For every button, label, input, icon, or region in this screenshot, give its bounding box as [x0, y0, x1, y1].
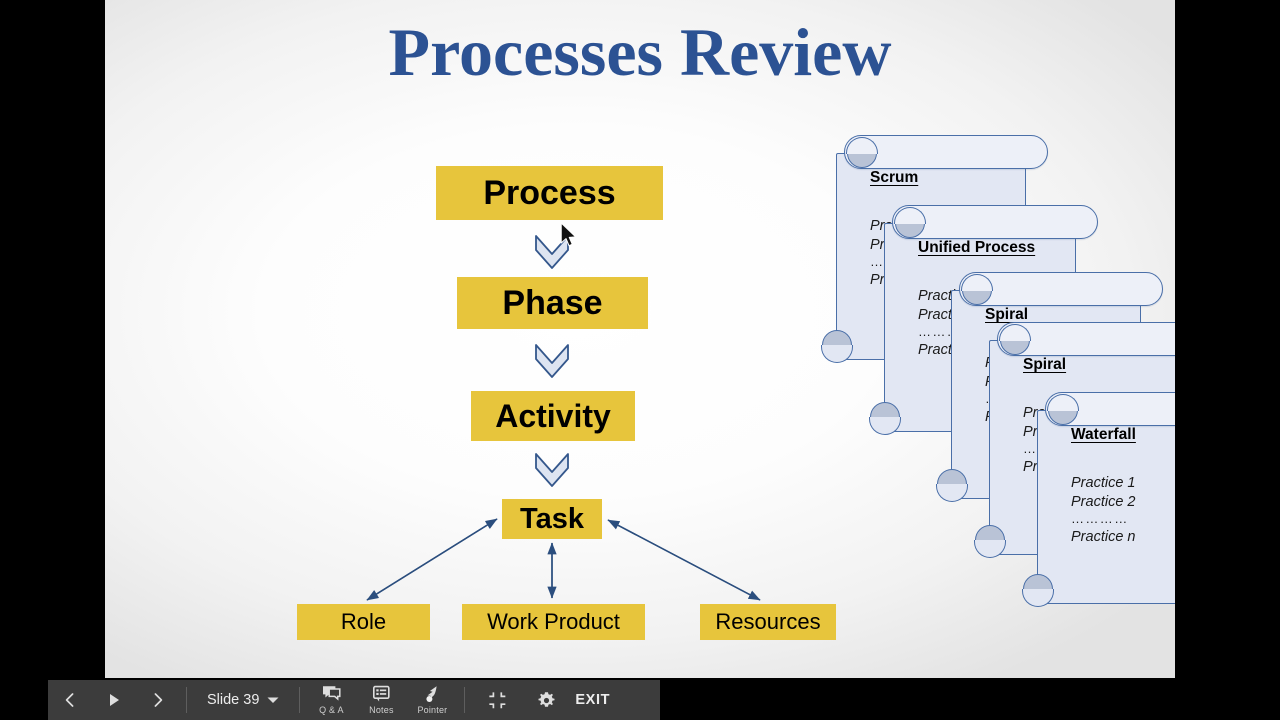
chevron-right-icon — [154, 693, 163, 707]
hierarchy-box-phase: Phase — [457, 277, 648, 329]
previous-slide-button[interactable] — [48, 680, 92, 720]
scroll-top-spiral — [894, 207, 927, 238]
toolbar-divider-2 — [299, 687, 301, 713]
scroll-top-spiral — [961, 274, 994, 305]
hierarchy-box-label: Activity — [495, 398, 611, 434]
scroll-bottom-spiral — [869, 402, 902, 435]
toolbar-divider-3 — [464, 687, 466, 713]
exit-fullscreen-icon — [489, 691, 506, 708]
chevron-down-icon — [267, 697, 279, 703]
play-icon — [110, 694, 119, 706]
scroll-bottom-spiral — [974, 525, 1007, 558]
notes-button[interactable]: Notes — [356, 680, 406, 720]
connector-task-to-resources-up — [607, 519, 761, 601]
scroll-title: Scrum — [870, 169, 919, 186]
scroll-practice-item: ………… — [1071, 511, 1129, 527]
scroll-bottom-spiral — [936, 469, 969, 502]
slide-number-label: Slide 39 — [207, 692, 260, 708]
hierarchy-box-activity: Activity — [471, 391, 635, 441]
page-title: Processes Review — [388, 14, 892, 90]
attribute-box-label: Role — [340, 609, 387, 634]
qa-button[interactable]: Q & A — [306, 680, 356, 720]
hierarchy-box-task: Task — [502, 499, 602, 539]
attribute-box-label: Work Product — [487, 609, 620, 634]
hierarchy-box-process: Process — [436, 166, 663, 220]
presentation-viewer: Processes Review Process Phase Activity Tas… — [0, 0, 1280, 720]
chevron-activity-to-task — [534, 452, 570, 492]
notes-list-icon — [372, 685, 390, 702]
toolbar-divider-1 — [186, 687, 187, 713]
gear-icon — [538, 691, 555, 707]
scroll-practice-list: Practice 1 Practice 2…………Practice n — [1071, 474, 1175, 546]
notes-label: Notes — [369, 705, 394, 715]
connector-task-to-role-down — [366, 518, 498, 601]
attribute-box-label: Resources — [715, 609, 821, 634]
chevron-process-to-phase — [534, 234, 570, 274]
connector-task-to-role-up — [366, 518, 498, 601]
scroll-practice-item: Practice 1 — [1071, 475, 1136, 491]
exit-fullscreen-button[interactable] — [471, 680, 523, 720]
scroll-bottom-spiral — [1022, 574, 1055, 607]
scroll-title: Spiral — [1023, 356, 1067, 373]
slide-selector[interactable]: Slide 39 — [193, 680, 293, 720]
next-slide-button[interactable] — [136, 680, 180, 720]
scroll-top-spiral — [846, 137, 879, 168]
scroll-bottom-spiral — [821, 330, 854, 363]
hierarchy-box-label: Phase — [502, 284, 603, 322]
attribute-box-resources: Resources — [700, 604, 836, 640]
chevron-phase-to-activity — [534, 343, 570, 383]
presentation-toolbar[interactable]: Slide 39 Q & A Notes Pointer EXIT — [48, 680, 660, 720]
play-button[interactable] — [92, 680, 136, 720]
attribute-box-role: Role — [297, 604, 430, 640]
exit-button[interactable]: EXIT — [569, 680, 616, 720]
laser-pointer-icon — [426, 686, 437, 702]
settings-button[interactable] — [523, 680, 569, 720]
scroll-practice-item: Practice 2 — [1071, 493, 1136, 510]
attribute-box-work-product: Work Product — [462, 604, 645, 640]
speech-bubble-icon — [322, 686, 341, 701]
scroll-top-spiral — [1047, 394, 1080, 425]
slide-canvas: Processes Review Process Phase Activity Tas… — [105, 0, 1175, 678]
scroll-content: Waterfall Practice 1 Practice 2………… Practic… — [1037, 410, 1175, 604]
qa-label: Q & A — [319, 705, 344, 715]
scroll-title: Waterfall — [1071, 426, 1136, 443]
pointer-label: Pointer — [417, 705, 448, 715]
exit-label: EXIT — [575, 692, 611, 708]
scroll-title: Unified Process — [918, 239, 1036, 256]
hierarchy-box-label: Task — [520, 502, 584, 535]
scroll-practice-item: Practice n — [1071, 528, 1136, 545]
scroll-top-spiral — [999, 324, 1032, 355]
scroll-waterfall-4: Waterfall Practice 1 Practice 2………… Practic… — [1022, 392, 1175, 607]
hierarchy-box-label: Process — [483, 174, 616, 212]
pointer-button[interactable]: Pointer — [406, 680, 458, 720]
chevron-left-icon — [65, 693, 74, 707]
connector-task-to-resources-down — [607, 519, 761, 601]
